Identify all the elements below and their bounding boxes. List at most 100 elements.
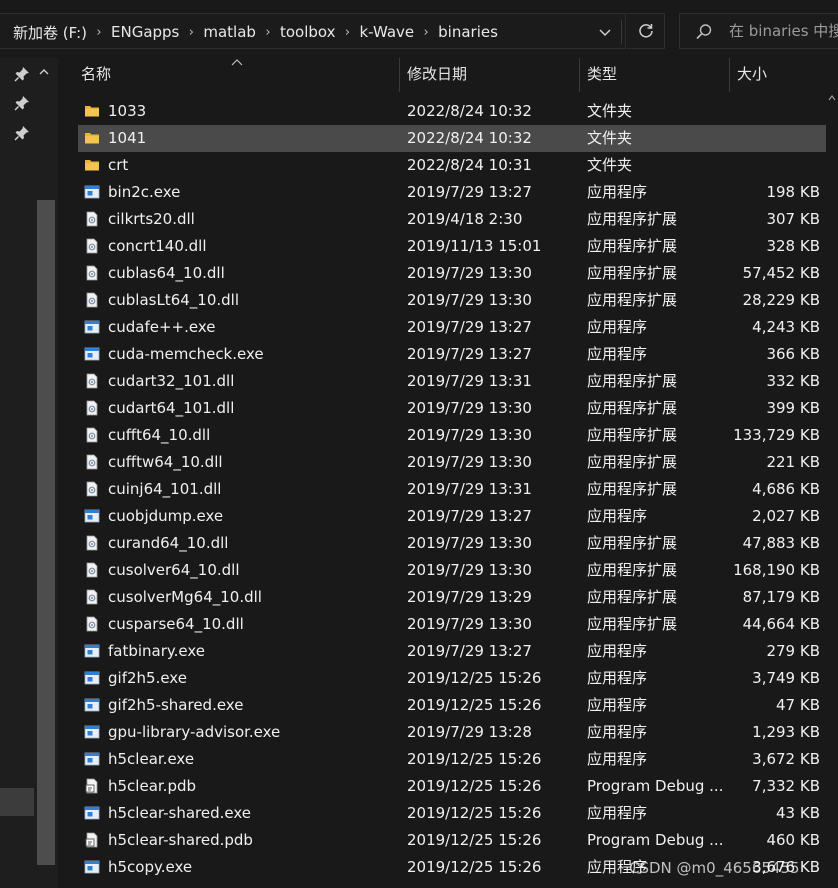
file-type: 文件夹 — [587, 156, 633, 174]
breadcrumb-toolbox[interactable]: toolbox — [280, 23, 336, 41]
file-row[interactable]: gpu-library-advisor.exe 2019/7/29 13:28 应用… — [58, 719, 838, 746]
dll-icon — [86, 373, 98, 389]
file-date-modified: 2019/7/29 13:30 — [407, 399, 532, 417]
address-bar[interactable]: 新加卷 (F:) › ENGapps › matlab › toolbox › … — [0, 13, 626, 49]
dll-icon — [86, 454, 98, 470]
file-row[interactable]: cuobjdump.exe 2019/7/29 13:27 应用程序 2,027 KB — [58, 503, 838, 530]
refresh-button[interactable] — [627, 13, 665, 49]
file-row[interactable]: cudart32_101.dll 2019/7/29 13:31 应用程序扩展 332… — [58, 368, 838, 395]
file-type: 应用程序扩展 — [587, 453, 678, 471]
pin-icon[interactable] — [14, 125, 30, 141]
breadcrumb-binaries[interactable]: binaries — [438, 23, 498, 41]
file-type: 应用程序扩展 — [587, 210, 678, 228]
navigation-pane — [0, 58, 58, 888]
folder-icon — [85, 133, 99, 144]
file-row[interactable]: cusolverMg64_10.dll 2019/7/29 13:29 应用程序扩展… — [58, 584, 838, 611]
pin-icon[interactable] — [14, 66, 30, 82]
sort-ascending-icon — [231, 59, 243, 66]
column-resize-handle[interactable] — [399, 58, 400, 92]
file-size: 366 KB — [766, 345, 820, 363]
file-size: 57,452 KB — [742, 264, 820, 282]
file-row[interactable]: cilkrts20.dll 2019/4/18 2:30 应用程序扩展 307 KB — [58, 206, 838, 233]
file-size: 3,672 KB — [752, 750, 820, 768]
file-date-modified: 2019/4/18 2:30 — [407, 210, 523, 228]
file-type: 应用程序 — [587, 669, 648, 687]
file-type: 应用程序扩展 — [587, 372, 678, 390]
breadcrumb-matlab[interactable]: matlab — [203, 23, 256, 41]
column-resize-handle[interactable] — [579, 58, 580, 92]
file-row[interactable]: h5clear.pdb 2019/12/25 15:26 Program Debug… — [58, 773, 838, 800]
file-date-modified: 2019/7/29 13:27 — [407, 345, 532, 363]
file-row[interactable]: bin2c.exe 2019/7/29 13:27 应用程序 198 KB — [58, 179, 838, 206]
dll-icon — [86, 211, 98, 227]
file-row[interactable]: cusparse64_10.dll 2019/7/29 13:30 应用程序扩展 44… — [58, 611, 838, 638]
file-row[interactable]: 1033 2022/8/24 10:32 文件夹 — [58, 98, 838, 125]
file-row[interactable]: h5clear.exe 2019/12/25 15:26 应用程序 3,672 KB — [58, 746, 838, 773]
file-row[interactable]: h5copy.exe 2019/12/25 15:26 应用程序 3,676 KB — [58, 854, 838, 881]
breadcrumb-drive[interactable]: 新加卷 (F:) — [13, 22, 87, 43]
file-row[interactable]: fatbinary.exe 2019/7/29 13:27 应用程序 279 KB — [58, 638, 838, 665]
file-row[interactable]: cufft64_10.dll 2019/7/29 13:30 应用程序扩展 133,7… — [58, 422, 838, 449]
breadcrumb-separator-icon[interactable]: › — [335, 25, 359, 40]
file-row[interactable]: cusolver64_10.dll 2019/7/29 13:30 应用程序扩展 16… — [58, 557, 838, 584]
breadcrumb-separator-icon[interactable]: › — [179, 25, 203, 40]
file-row[interactable]: concrt140.dll 2019/11/13 15:01 应用程序扩展 328 K… — [58, 233, 838, 260]
search-icon — [696, 24, 712, 40]
search-input[interactable]: 在 binaries 中搜 — [679, 13, 838, 49]
file-name: bin2c.exe — [108, 183, 181, 201]
pin-icon[interactable] — [14, 95, 30, 111]
breadcrumb: 新加卷 (F:) › ENGapps › matlab › toolbox › … — [13, 14, 498, 50]
file-rows: 1033 2022/8/24 10:32 文件夹 1041 2022/8/24 10:3… — [58, 98, 838, 881]
file-row[interactable]: 1041 2022/8/24 10:32 文件夹 — [58, 125, 838, 152]
file-row[interactable]: curand64_10.dll 2019/7/29 13:30 应用程序扩展 47,8… — [58, 530, 838, 557]
file-name: h5clear.pdb — [108, 777, 197, 795]
breadcrumb-k-wave[interactable]: k-Wave — [359, 23, 414, 41]
nav-selected-item[interactable] — [0, 788, 34, 816]
breadcrumb-separator-icon[interactable]: › — [256, 25, 280, 40]
vertical-scrollbar[interactable] — [826, 92, 838, 888]
file-date-modified: 2019/7/29 13:30 — [407, 534, 532, 552]
file-row[interactable]: gif2h5-shared.exe 2019/12/25 15:26 应用程序 47 … — [58, 692, 838, 719]
chevron-down-icon[interactable] — [595, 22, 615, 42]
file-type: 应用程序 — [587, 345, 648, 363]
file-size: 221 KB — [766, 453, 820, 471]
file-date-modified: 2022/8/24 10:32 — [407, 102, 532, 120]
file-row[interactable]: gif2h5.exe 2019/12/25 15:26 应用程序 3,749 KB — [58, 665, 838, 692]
file-date-modified: 2019/12/25 15:26 — [407, 696, 542, 714]
file-size: 198 KB — [766, 183, 820, 201]
dll-icon — [86, 427, 98, 443]
column-header-row: 名称 修改日期 类型 大小 — [58, 58, 838, 92]
dll-icon — [86, 481, 98, 497]
file-row[interactable]: cudart64_101.dll 2019/7/29 13:30 应用程序扩展 399… — [58, 395, 838, 422]
file-date-modified: 2019/12/25 15:26 — [407, 831, 542, 849]
file-date-modified: 2019/7/29 13:31 — [407, 480, 532, 498]
breadcrumb-separator-icon[interactable]: › — [414, 25, 438, 40]
column-header-date[interactable]: 修改日期 — [407, 58, 467, 92]
column-header-size[interactable]: 大小 — [737, 58, 767, 92]
file-size: 307 KB — [766, 210, 820, 228]
file-size: 168,190 KB — [733, 561, 820, 579]
breadcrumb-engapps[interactable]: ENGapps — [111, 23, 179, 41]
column-resize-handle[interactable] — [729, 58, 730, 92]
file-row[interactable]: cudafe++.exe 2019/7/29 13:27 应用程序 4,243 KB — [58, 314, 838, 341]
file-date-modified: 2019/7/29 13:30 — [407, 291, 532, 309]
file-row[interactable]: cuinj64_101.dll 2019/7/29 13:31 应用程序扩展 4,68… — [58, 476, 838, 503]
divider — [621, 20, 622, 44]
refresh-icon — [638, 24, 653, 38]
file-row[interactable]: cufftw64_10.dll 2019/7/29 13:30 应用程序扩展 221 … — [58, 449, 838, 476]
breadcrumb-separator-icon[interactable]: › — [87, 25, 111, 40]
file-size: 4,686 KB — [752, 480, 820, 498]
column-header-type[interactable]: 类型 — [587, 58, 617, 92]
file-row[interactable]: h5clear-shared.pdb 2019/12/25 15:26 Progra… — [58, 827, 838, 854]
file-row[interactable]: cuda-memcheck.exe 2019/7/29 13:27 应用程序 366 … — [58, 341, 838, 368]
chevron-up-icon[interactable] — [38, 66, 50, 78]
file-row[interactable]: cublas64_10.dll 2019/7/29 13:30 应用程序扩展 57,4… — [58, 260, 838, 287]
file-list: 名称 修改日期 类型 大小 1033 2022/8/24 10:32 文件夹 1041… — [58, 58, 838, 888]
file-name: cusolver64_10.dll — [108, 561, 240, 579]
file-row[interactable]: h5clear-shared.exe 2019/12/25 15:26 应用程序 43… — [58, 800, 838, 827]
column-header-name[interactable]: 名称 — [81, 58, 111, 92]
file-row[interactable]: cublasLt64_10.dll 2019/7/29 13:30 应用程序扩展 28… — [58, 287, 838, 314]
nav-scrollbar-thumb[interactable] — [37, 200, 55, 865]
file-row[interactable]: crt 2022/8/24 10:31 文件夹 — [58, 152, 838, 179]
file-date-modified: 2019/12/25 15:26 — [407, 669, 542, 687]
